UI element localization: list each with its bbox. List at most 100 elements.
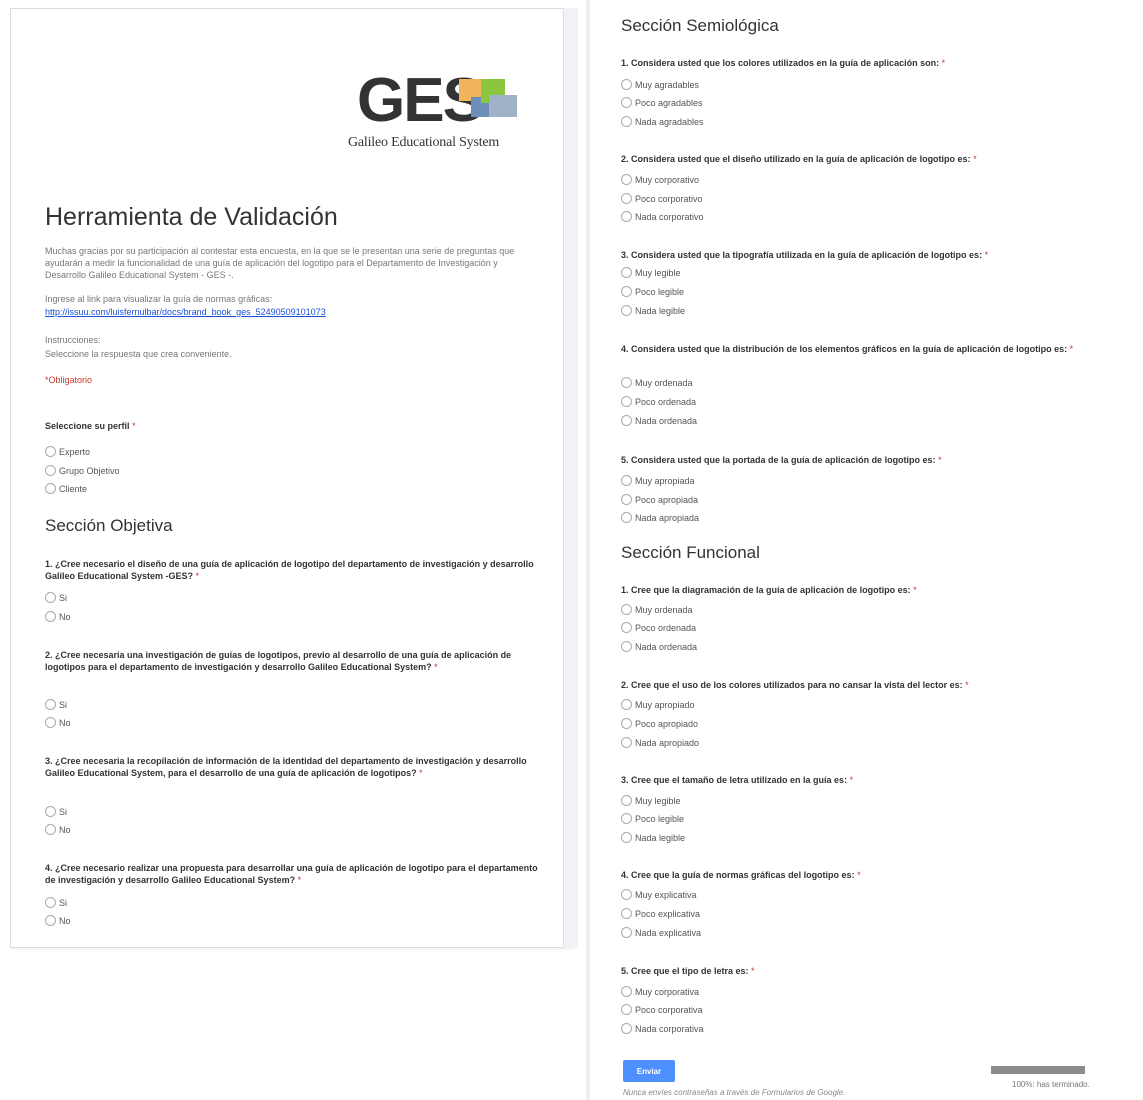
- radio-button[interactable]: [45, 592, 56, 603]
- radio-option-label: Nada legible: [635, 306, 686, 316]
- radio-button[interactable]: [621, 699, 632, 710]
- radio-option[interactable]: Nada legible: [621, 305, 685, 317]
- radio-option-label: Si: [59, 593, 68, 603]
- radio-button[interactable]: [621, 494, 632, 505]
- radio-button[interactable]: [621, 1004, 632, 1015]
- radio-option[interactable]: Nada agradables: [621, 116, 704, 128]
- radio-option[interactable]: Si: [45, 592, 67, 604]
- radio-option[interactable]: Poco explicativa: [621, 908, 700, 920]
- password-warning: Nunca envíes contraseñas a través de For…: [623, 1088, 846, 1097]
- radio-option[interactable]: Muy legible: [621, 795, 681, 807]
- question-text: 2. Considera usted que el diseño utiliza…: [621, 154, 974, 164]
- radio-option-label: Muy apropiada: [635, 476, 695, 486]
- progress-bar: [991, 1066, 1085, 1074]
- radio-button[interactable]: [45, 483, 56, 494]
- radio-button[interactable]: [621, 718, 632, 729]
- radio-button[interactable]: [621, 377, 632, 388]
- question-text: 4. Cree que la guía de normas gráficas d…: [621, 870, 858, 880]
- radio-option[interactable]: Nada corporativa: [621, 1023, 704, 1035]
- progress-text: 100%: has terminado.: [1012, 1080, 1090, 1089]
- radio-option[interactable]: Poco legible: [621, 813, 684, 825]
- radio-option[interactable]: Poco corporativo: [621, 193, 703, 205]
- radio-option[interactable]: No: [45, 824, 71, 836]
- radio-option[interactable]: Nada legible: [621, 832, 685, 844]
- radio-option[interactable]: Muy apropiado: [621, 699, 695, 711]
- required-star: *: [751, 966, 755, 976]
- radio-option[interactable]: No: [45, 611, 71, 623]
- radio-button[interactable]: [45, 699, 56, 710]
- radio-button[interactable]: [621, 832, 632, 843]
- radio-option[interactable]: Nada corporativo: [621, 211, 704, 223]
- brand-book-link[interactable]: http://issuu.com/luisfernulbar/docs/bran…: [45, 307, 326, 317]
- radio-option[interactable]: Muy legible: [621, 267, 681, 279]
- radio-button[interactable]: [621, 267, 632, 278]
- radio-option[interactable]: No: [45, 915, 71, 927]
- radio-option[interactable]: Muy ordenada: [621, 377, 693, 389]
- radio-button[interactable]: [621, 813, 632, 824]
- required-star: *: [913, 585, 917, 595]
- radio-option-label: Poco ordenada: [635, 623, 697, 633]
- radio-option[interactable]: Poco apropiado: [621, 718, 698, 730]
- radio-option[interactable]: Nada apropiado: [621, 737, 699, 749]
- radio-button[interactable]: [621, 305, 632, 316]
- radio-button[interactable]: [621, 795, 632, 806]
- radio-button[interactable]: [621, 1023, 632, 1034]
- radio-option-label: Nada ordenada: [635, 416, 698, 426]
- radio-button[interactable]: [621, 986, 632, 997]
- radio-option[interactable]: Poco apropiada: [621, 494, 698, 506]
- radio-option[interactable]: Muy ordenada: [621, 604, 693, 616]
- radio-option[interactable]: Nada ordenada: [621, 415, 697, 427]
- radio-option[interactable]: Poco legible: [621, 286, 684, 298]
- required-star: *: [965, 680, 969, 690]
- radio-button[interactable]: [45, 915, 56, 926]
- radio-option[interactable]: Muy corporativa: [621, 986, 699, 998]
- radio-button[interactable]: [621, 475, 632, 486]
- question: 3. Considera usted que la tipografía uti…: [621, 249, 1121, 261]
- radio-button[interactable]: [621, 604, 632, 615]
- radio-option[interactable]: Nada apropiada: [621, 512, 699, 524]
- radio-button[interactable]: [621, 193, 632, 204]
- radio-button[interactable]: [621, 286, 632, 297]
- radio-option[interactable]: Muy explicativa: [621, 889, 697, 901]
- radio-button[interactable]: [621, 396, 632, 407]
- submit-button[interactable]: Enviar: [623, 1060, 675, 1082]
- radio-button[interactable]: [621, 641, 632, 652]
- radio-option[interactable]: Poco ordenada: [621, 622, 696, 634]
- radio-button[interactable]: [621, 116, 632, 127]
- radio-option[interactable]: Experto: [45, 446, 90, 458]
- radio-button[interactable]: [45, 897, 56, 908]
- radio-option[interactable]: Muy agradables: [621, 79, 699, 91]
- radio-option[interactable]: Nada explicativa: [621, 927, 701, 939]
- radio-option[interactable]: Poco corporativa: [621, 1004, 703, 1016]
- radio-button[interactable]: [45, 717, 56, 728]
- radio-option[interactable]: Nada ordenada: [621, 641, 697, 653]
- radio-button[interactable]: [621, 512, 632, 523]
- radio-option[interactable]: Grupo Objetivo: [45, 465, 120, 477]
- radio-option[interactable]: Si: [45, 897, 67, 909]
- radio-option[interactable]: No: [45, 717, 71, 729]
- radio-option[interactable]: Si: [45, 806, 67, 818]
- radio-option-label: Poco ordenada: [635, 397, 697, 407]
- radio-button[interactable]: [621, 97, 632, 108]
- radio-button[interactable]: [621, 927, 632, 938]
- radio-option[interactable]: Poco ordenada: [621, 396, 696, 408]
- radio-button[interactable]: [621, 622, 632, 633]
- radio-button[interactable]: [621, 211, 632, 222]
- radio-button[interactable]: [621, 889, 632, 900]
- radio-button[interactable]: [45, 446, 56, 457]
- radio-button[interactable]: [621, 79, 632, 90]
- required-star: *: [297, 875, 302, 885]
- radio-option[interactable]: Muy corporativo: [621, 174, 699, 186]
- radio-option[interactable]: Poco agradables: [621, 97, 703, 109]
- radio-button[interactable]: [45, 824, 56, 835]
- radio-button[interactable]: [45, 611, 56, 622]
- radio-button[interactable]: [621, 174, 632, 185]
- radio-button[interactable]: [621, 415, 632, 426]
- radio-button[interactable]: [45, 806, 56, 817]
- radio-option[interactable]: Si: [45, 699, 67, 711]
- radio-option[interactable]: Cliente: [45, 483, 87, 495]
- radio-button[interactable]: [45, 465, 56, 476]
- radio-option[interactable]: Muy apropiada: [621, 475, 695, 487]
- radio-button[interactable]: [621, 908, 632, 919]
- radio-button[interactable]: [621, 737, 632, 748]
